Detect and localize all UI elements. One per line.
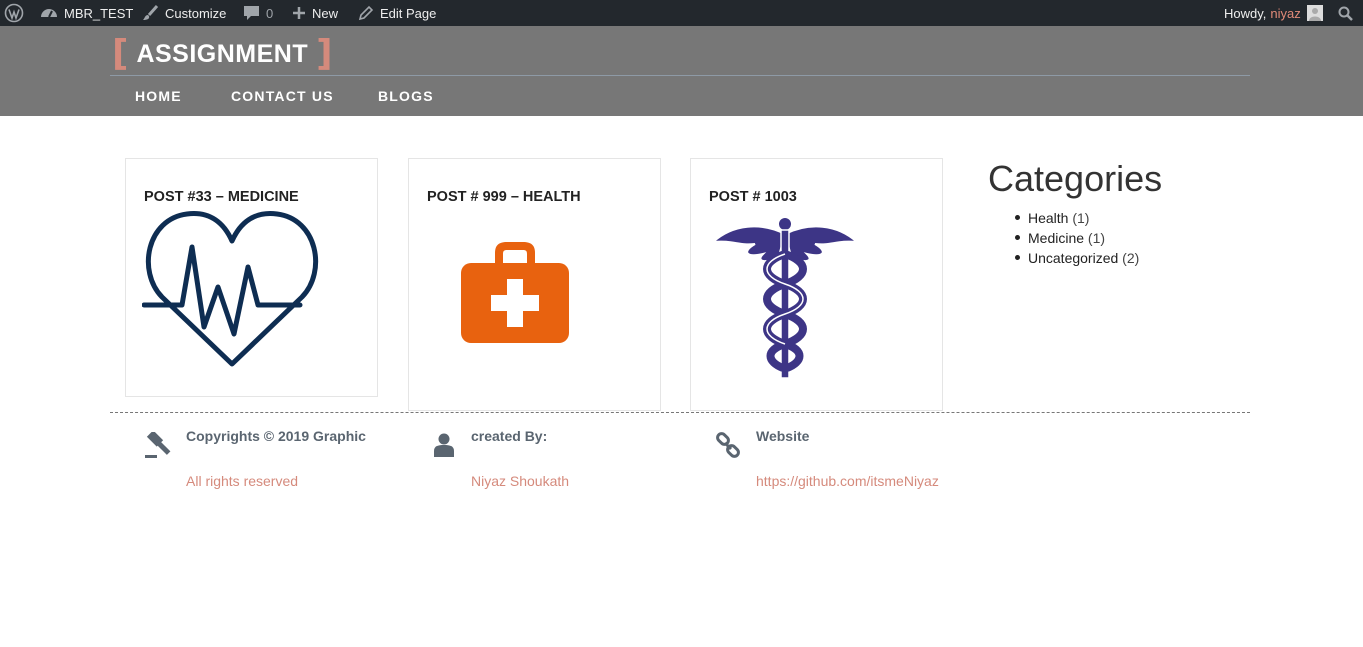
- footer-website-link[interactable]: https://github.com/itsmeNiyaz: [756, 473, 939, 489]
- footer-author-link[interactable]: Niyaz Shoukath: [471, 473, 569, 489]
- logo-bracket-close: ]: [316, 33, 333, 74]
- nav-contact-us[interactable]: CONTACT US: [231, 88, 334, 104]
- footer-created-by-heading: created By:: [471, 428, 548, 444]
- post-title[interactable]: POST #33 – MEDICINE: [144, 189, 299, 205]
- category-count: (1): [1072, 210, 1090, 226]
- user-icon: [434, 433, 454, 457]
- edit-page-label: Edit Page: [380, 5, 437, 21]
- caduceus-icon: [711, 216, 859, 379]
- comments-link[interactable]: 0: [243, 0, 273, 26]
- post-card[interactable]: POST # 1003: [690, 158, 943, 411]
- categories-title: Categories: [988, 158, 1163, 199]
- post-title[interactable]: POST # 999 – HEALTH: [427, 189, 581, 205]
- list-item: Medicine (1): [1014, 230, 1139, 250]
- pencil-icon: [358, 5, 374, 21]
- list-item: Uncategorized (2): [1014, 250, 1139, 270]
- post-card[interactable]: POST #33 – MEDICINE: [125, 158, 378, 397]
- categories-list: Health (1) Medicine (1) Uncategorized (2…: [1014, 210, 1139, 270]
- footer-copyright-heading: Copyrights © 2019 Graphic: [186, 428, 366, 444]
- wordpress-icon[interactable]: [4, 0, 24, 26]
- site-name: MBR_TEST: [64, 5, 134, 21]
- site-header: [ ASSIGNMENT ] HOME CONTACT US BLOGS: [0, 26, 1363, 116]
- comment-icon: [244, 6, 259, 20]
- customize-label: Customize: [165, 5, 227, 21]
- new-label: New: [312, 5, 339, 21]
- new-link[interactable]: New: [292, 0, 338, 26]
- footer-rights-text: All rights reserved: [186, 473, 299, 489]
- category-link-health[interactable]: Health: [1028, 210, 1068, 226]
- site-name-link[interactable]: MBR_TEST: [40, 0, 133, 26]
- avatar: [1306, 5, 1323, 21]
- category-link-medicine[interactable]: Medicine: [1028, 230, 1084, 246]
- site-logo[interactable]: [ ASSIGNMENT ]: [112, 33, 333, 74]
- footer-divider: [110, 412, 1250, 413]
- logo-bracket-open: [: [112, 33, 129, 74]
- post-card[interactable]: POST # 999 – HEALTH: [408, 158, 661, 411]
- search-icon[interactable]: [1338, 0, 1353, 26]
- category-count: (1): [1087, 230, 1106, 246]
- category-link-uncategorized[interactable]: Uncategorized: [1028, 250, 1118, 266]
- customize-link[interactable]: Customize: [141, 0, 226, 26]
- link-icon: [716, 432, 740, 458]
- my-account[interactable]: Howdy, niyaz: [1224, 0, 1323, 26]
- heart-pulse-icon: [142, 211, 319, 367]
- list-item: Health (1): [1014, 210, 1139, 230]
- category-count: (2): [1122, 250, 1140, 266]
- comments-count: 0: [266, 5, 274, 21]
- plus-icon: [293, 7, 305, 19]
- logo-text: ASSIGNMENT: [136, 39, 309, 68]
- first-aid-kit-icon: [461, 242, 569, 343]
- brush-icon: [143, 5, 159, 20]
- nav-home[interactable]: HOME: [135, 88, 182, 104]
- edit-page-link[interactable]: Edit Page: [358, 0, 436, 26]
- nav-blogs[interactable]: BLOGS: [378, 88, 434, 104]
- gavel-icon: [145, 432, 171, 458]
- footer-website-heading: Website: [756, 428, 810, 444]
- user-name: niyaz: [1270, 5, 1301, 21]
- header-divider: [110, 75, 1250, 76]
- admin-bar: MBR_TEST Customize 0 New Edit Page Howdy…: [0, 0, 1363, 26]
- post-title[interactable]: POST # 1003: [709, 189, 797, 205]
- dashboard-icon: [41, 9, 57, 18]
- howdy-label: Howdy,: [1224, 5, 1267, 21]
